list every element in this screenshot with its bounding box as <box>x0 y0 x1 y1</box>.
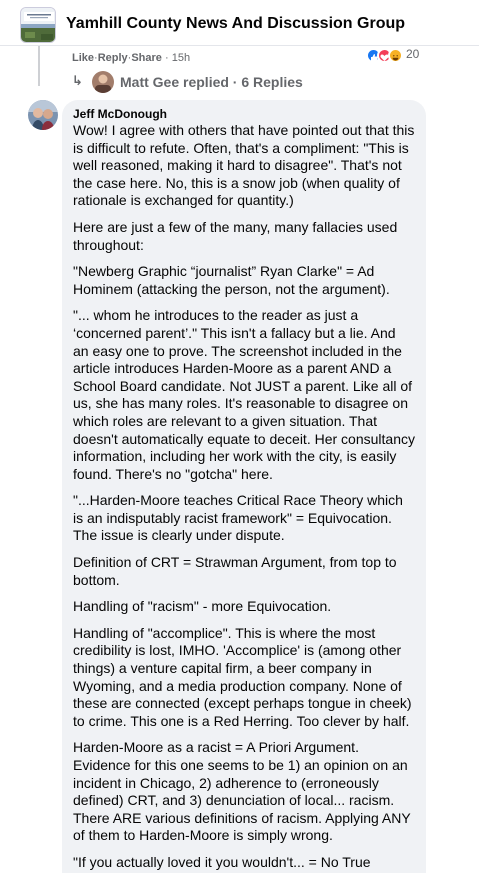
comment-paragraph: Definition of CRT = Strawman Argument, f… <box>73 554 397 588</box>
comment-paragraph: "...Harden-Moore teaches Critical Race T… <box>73 492 403 544</box>
comment-paragraph: "... whom he introduces to the reader as… <box>73 307 415 482</box>
comment-bubble: Jeff McDonough Wow! I agree with others … <box>62 100 426 873</box>
haha-icon <box>388 48 403 63</box>
reaction-summary[interactable]: 20 <box>366 47 426 64</box>
comment-paragraph: Handling of "accomplice". This is where … <box>73 624 412 729</box>
group-name[interactable]: Yamhill County News And Discussion Group <box>66 15 405 33</box>
separator: · <box>164 52 169 64</box>
comment-paragraph: Here are just a few of the many, many fa… <box>73 218 398 253</box>
comment-paragraph: Harden-Moore as a racist = A Priori Argu… <box>73 739 411 844</box>
avatar[interactable] <box>28 100 58 130</box>
comment-paragraph: Handling of "racism" - more Equivocation… <box>73 598 332 615</box>
reply-arrow-icon: ↳ <box>72 73 83 88</box>
replies-text[interactable]: Matt Gee replied · 6 Replies <box>120 74 303 90</box>
reply-link[interactable]: Reply <box>98 52 128 64</box>
comment-author[interactable]: Jeff McDonough <box>73 107 415 121</box>
comment-time[interactable]: 15h <box>172 52 190 64</box>
reaction-count: 20 <box>406 47 420 61</box>
group-header: Yamhill County News And Discussion Group <box>0 0 479 46</box>
share-link[interactable]: Share <box>131 52 162 64</box>
thread-connector-line <box>38 46 40 86</box>
comment-paragraph: "Newberg Graphic “journalist” Ryan Clark… <box>73 263 390 297</box>
like-link[interactable]: Like <box>72 52 94 64</box>
prev-comment-actions: Like·Reply·Share · 15h <box>72 52 190 64</box>
comment-paragraph: "If you actually loved it you wouldn't..… <box>73 853 371 873</box>
comment-paragraph: Wow! I agree with others that have point… <box>73 122 415 209</box>
avatar <box>92 71 114 93</box>
group-cover-thumbnail[interactable] <box>20 7 56 43</box>
